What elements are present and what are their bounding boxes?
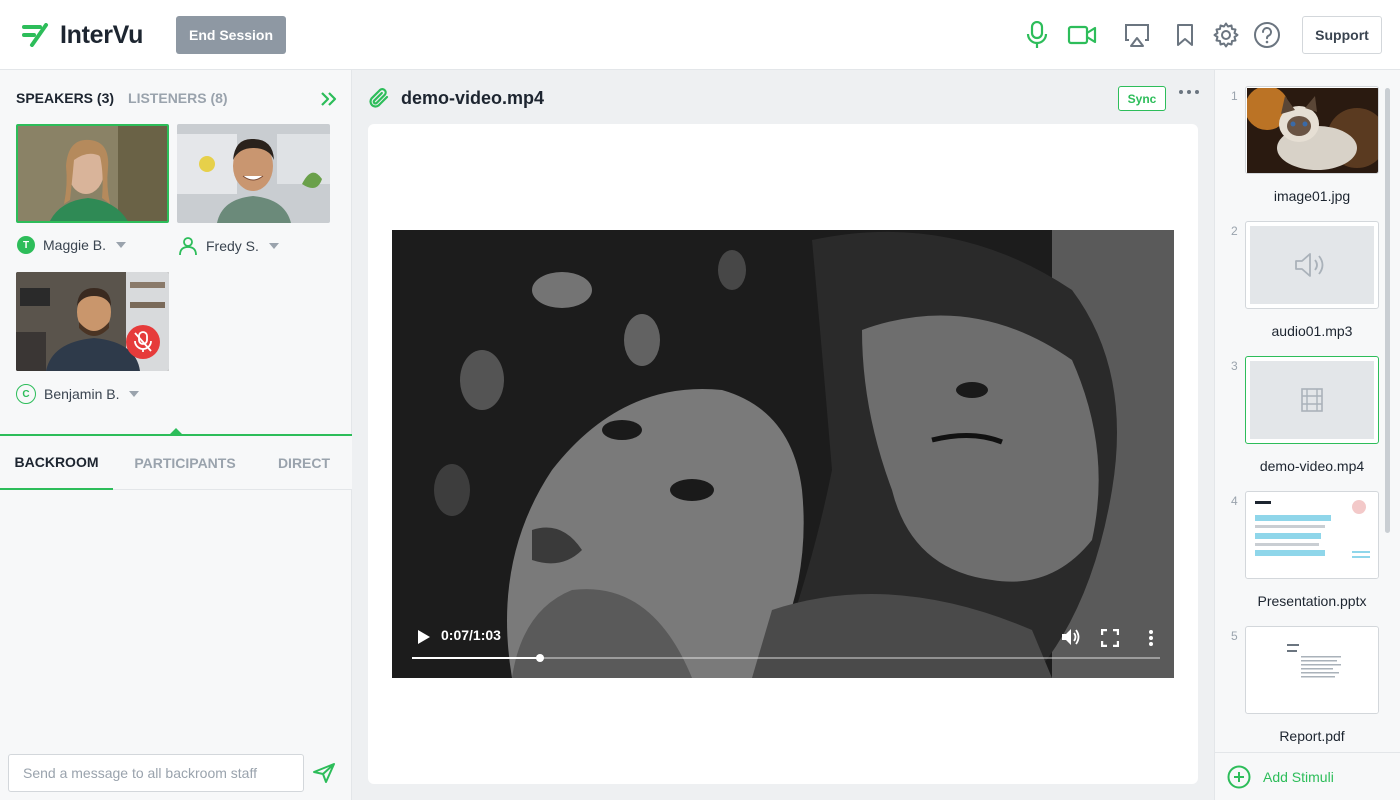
speaker-video-benjamin[interactable] bbox=[16, 272, 169, 371]
play-icon[interactable] bbox=[417, 629, 431, 650]
stimulus-number: 4 bbox=[1231, 494, 1238, 508]
help-icon[interactable] bbox=[1252, 20, 1282, 50]
person-icon bbox=[179, 237, 197, 256]
top-bar: InterVu End Session Support bbox=[0, 0, 1400, 70]
video-progress-handle[interactable] bbox=[535, 654, 544, 662]
collapse-panel-icon[interactable] bbox=[320, 90, 338, 113]
file-name: demo-video.mp4 bbox=[401, 87, 545, 108]
video-controls bbox=[392, 608, 1174, 678]
muted-microphone-icon bbox=[126, 325, 160, 359]
speaker-name-maggie[interactable]: T Maggie B. bbox=[17, 236, 127, 254]
speaker-label: Fredy S. bbox=[206, 238, 259, 254]
role-badge: C bbox=[16, 384, 36, 404]
tab-listeners[interactable]: LISTENERS (8) bbox=[128, 90, 228, 106]
stimulus-label: audio01.mp3 bbox=[1271, 323, 1353, 339]
video-progress-bar[interactable] bbox=[412, 654, 1160, 662]
tab-speakers[interactable]: SPEAKERS (3) bbox=[16, 90, 114, 106]
logo: InterVu bbox=[22, 18, 143, 52]
stimulus-label: image01.jpg bbox=[1273, 188, 1351, 204]
role-badge: T bbox=[17, 236, 35, 254]
speaker-label: Benjamin B. bbox=[44, 386, 120, 402]
file-title: demo-video.mp4 bbox=[367, 86, 544, 110]
microphone-icon[interactable] bbox=[1022, 20, 1052, 50]
stimulus-thumbnail-presentation[interactable] bbox=[1245, 491, 1379, 579]
film-icon bbox=[1250, 361, 1374, 439]
speaker-icon bbox=[1250, 226, 1374, 304]
stimulus-label: Presentation.pptx bbox=[1257, 593, 1367, 609]
speaker-video-fredy[interactable] bbox=[177, 124, 330, 223]
speaker-listener-tabs: SPEAKERS (3) LISTENERS (8) bbox=[16, 90, 228, 106]
end-session-button[interactable]: End Session bbox=[176, 16, 286, 54]
sync-button[interactable]: Sync bbox=[1118, 86, 1166, 111]
video-player[interactable]: 0:07/1:03 bbox=[392, 230, 1174, 678]
send-icon[interactable] bbox=[312, 762, 336, 789]
tab-direct[interactable]: DIRECT bbox=[262, 436, 346, 490]
stimuli-scrollbar[interactable] bbox=[1385, 88, 1390, 533]
stimulus-label: demo-video.mp4 bbox=[1259, 458, 1365, 474]
add-stimuli-label: Add Stimuli bbox=[1263, 768, 1334, 785]
app-name: InterVu bbox=[60, 20, 144, 49]
volume-icon[interactable] bbox=[1061, 628, 1081, 651]
plus-circle-icon bbox=[1227, 765, 1251, 788]
gear-icon[interactable] bbox=[1211, 20, 1241, 50]
video-menu-icon[interactable] bbox=[1148, 629, 1154, 652]
chevron-down-icon bbox=[129, 391, 140, 397]
participants-panel: SPEAKERS (3) LISTENERS (8) T Maggie B. F… bbox=[0, 70, 352, 800]
chevron-down-icon bbox=[116, 242, 127, 248]
stimulus-number: 5 bbox=[1231, 629, 1238, 643]
logo-icon bbox=[22, 23, 48, 47]
speaker-label: Maggie B. bbox=[43, 237, 107, 253]
paperclip-icon bbox=[369, 88, 389, 108]
tab-participants[interactable]: PARTICIPANTS bbox=[120, 436, 250, 490]
video-camera-icon[interactable] bbox=[1066, 20, 1098, 50]
fullscreen-icon[interactable] bbox=[1100, 628, 1120, 652]
chevron-down-icon bbox=[268, 243, 279, 249]
tab-backroom[interactable]: BACKROOM bbox=[0, 436, 113, 490]
bookmark-icon[interactable] bbox=[1170, 20, 1200, 50]
speaker-name-benjamin[interactable]: C Benjamin B. bbox=[16, 384, 140, 404]
stimuli-panel: 1 image01.jpg 2 audio01.mp3 3 demo-video… bbox=[1214, 70, 1400, 800]
stimulus-thumbnail-pdf[interactable] bbox=[1245, 626, 1379, 714]
support-button[interactable]: Support bbox=[1302, 16, 1382, 54]
video-stage: 0:07/1:03 bbox=[368, 124, 1198, 784]
more-options-icon[interactable] bbox=[1179, 90, 1199, 94]
video-time: 0:07/1:03 bbox=[441, 627, 501, 643]
message-input[interactable] bbox=[8, 754, 304, 792]
stimulus-thumbnail-audio[interactable] bbox=[1245, 221, 1379, 309]
stimulus-viewer: demo-video.mp4 Sync 0:07/1:03 bbox=[353, 70, 1214, 800]
stimulus-number: 2 bbox=[1231, 224, 1238, 238]
stimulus-number: 1 bbox=[1231, 89, 1238, 103]
stimulus-thumbnail-video[interactable] bbox=[1245, 356, 1379, 444]
chat-tabs: BACKROOM PARTICIPANTS DIRECT bbox=[0, 436, 352, 490]
speaker-name-fredy[interactable]: Fredy S. bbox=[178, 236, 279, 256]
screen-share-icon[interactable] bbox=[1122, 20, 1152, 50]
video-progress-fill bbox=[412, 657, 540, 659]
speaker-video-maggie[interactable] bbox=[16, 124, 169, 223]
stimulus-number: 3 bbox=[1231, 359, 1238, 373]
add-stimuli-button[interactable]: Add Stimuli bbox=[1215, 752, 1400, 800]
stimulus-thumbnail-image[interactable] bbox=[1245, 86, 1379, 174]
stimulus-label: Report.pdf bbox=[1279, 728, 1345, 744]
